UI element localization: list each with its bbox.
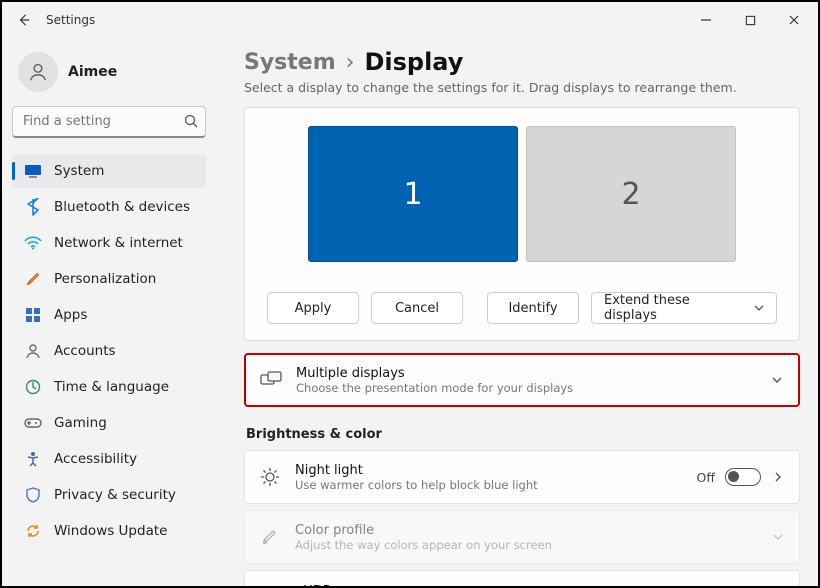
sidebar: Aimee System Bluetooth & devices Network…	[2, 38, 216, 586]
sidebar-item-label: System	[54, 163, 104, 179]
sidebar-item-update[interactable]: Windows Update	[12, 514, 206, 548]
system-icon	[24, 162, 42, 180]
sidebar-item-label: Apps	[54, 307, 87, 323]
sidebar-item-label: Windows Update	[54, 523, 167, 539]
card-title: Night light	[295, 463, 683, 478]
accounts-icon	[24, 342, 42, 360]
identify-button[interactable]: Identify	[487, 292, 579, 324]
sidebar-item-bluetooth[interactable]: Bluetooth & devices	[12, 190, 206, 224]
sidebar-item-label: Accessibility	[54, 451, 137, 467]
night-light-toggle[interactable]	[725, 468, 761, 486]
search-box[interactable]	[12, 106, 206, 138]
monitor-2[interactable]: 2	[526, 126, 736, 262]
chevron-right-icon[interactable]	[771, 471, 785, 483]
card-title: Color profile	[295, 523, 757, 538]
sidebar-item-label: Privacy & security	[54, 487, 176, 503]
card-subtitle: Choose the presentation mode for your di…	[296, 381, 756, 395]
dropdown-value: Extend these displays	[604, 293, 746, 323]
update-icon	[24, 522, 42, 540]
apply-button[interactable]: Apply	[267, 292, 359, 324]
monitor-1[interactable]: 1	[308, 126, 518, 262]
monitors-area[interactable]: 1 2	[267, 126, 777, 262]
night-light-row[interactable]: Night light Use warmer colors to help bl…	[244, 450, 800, 504]
person-icon	[27, 61, 49, 83]
card-title: HDR	[303, 584, 757, 587]
multiple-displays-expander[interactable]: Multiple displays Choose the presentatio…	[244, 353, 800, 407]
card-title: Multiple displays	[296, 366, 756, 381]
sidebar-item-label: Accounts	[54, 343, 116, 359]
toggle-state: Off	[697, 470, 715, 485]
display-arrange-panel: 1 2 Apply Cancel Identify Extend these d…	[244, 107, 800, 341]
night-light-icon	[259, 467, 281, 487]
title-bar: Settings	[2, 2, 818, 38]
search-input[interactable]	[12, 106, 206, 138]
chevron-right-icon: ›	[346, 50, 355, 75]
sidebar-item-privacy[interactable]: Privacy & security	[12, 478, 206, 512]
arrow-left-icon	[17, 13, 31, 27]
chevron-down-icon	[754, 303, 764, 313]
sidebar-item-gaming[interactable]: Gaming	[12, 406, 206, 440]
profile[interactable]: Aimee	[12, 48, 206, 106]
sidebar-item-label: Bluetooth & devices	[54, 199, 190, 215]
back-button[interactable]	[12, 8, 36, 32]
close-icon	[788, 14, 800, 26]
globe-clock-icon	[24, 378, 42, 396]
card-text: Night light Use warmer colors to help bl…	[295, 463, 683, 492]
nav: System Bluetooth & devices Network & int…	[12, 154, 206, 548]
accessibility-icon	[24, 450, 42, 468]
page-hint: Select a display to change the settings …	[244, 80, 800, 95]
card-subtitle: Adjust the way colors appear on your scr…	[295, 538, 757, 552]
card-subtitle: Use warmer colors to help block blue lig…	[295, 478, 683, 492]
sidebar-item-accessibility[interactable]: Accessibility	[12, 442, 206, 476]
chevron-down-icon	[770, 374, 784, 386]
apps-icon	[24, 306, 42, 324]
main-content: System › Display Select a display to cha…	[216, 38, 818, 586]
gaming-icon	[24, 414, 42, 432]
wifi-icon	[24, 234, 42, 252]
color-profile-row: Color profile Adjust the way colors appe…	[244, 510, 800, 564]
sidebar-item-time[interactable]: Time & language	[12, 370, 206, 404]
paintbrush-icon	[24, 270, 42, 288]
page-title: Display	[364, 48, 463, 76]
minimize-icon	[700, 14, 712, 26]
sidebar-item-label: Time & language	[54, 379, 169, 395]
close-button[interactable]	[772, 5, 816, 35]
card-text: Color profile Adjust the way colors appe…	[295, 523, 757, 552]
card-text: Multiple displays Choose the presentatio…	[296, 366, 756, 395]
cancel-button[interactable]: Cancel	[371, 292, 463, 324]
bluetooth-icon	[24, 198, 42, 216]
minimize-button[interactable]	[684, 5, 728, 35]
avatar	[18, 52, 58, 92]
search-icon	[183, 113, 199, 129]
sidebar-item-network[interactable]: Network & internet	[12, 226, 206, 260]
section-brightness-color: Brightness & color	[246, 427, 800, 442]
sidebar-item-label: Personalization	[54, 271, 156, 287]
breadcrumb: System › Display	[244, 48, 800, 76]
sidebar-item-label: Network & internet	[54, 235, 183, 251]
hdr-row[interactable]: HDR HDR More about HDR	[244, 570, 800, 586]
sidebar-item-personalization[interactable]: Personalization	[12, 262, 206, 296]
multiple-displays-icon	[260, 371, 282, 389]
card-right: Off	[697, 468, 785, 486]
chevron-down-icon	[771, 531, 785, 543]
sidebar-item-label: Gaming	[54, 415, 107, 431]
card-text: HDR More about HDR	[303, 584, 757, 587]
panel-buttons: Apply Cancel Identify Extend these displ…	[267, 292, 777, 324]
sidebar-item-system[interactable]: System	[12, 154, 206, 188]
color-profile-icon	[259, 528, 281, 546]
maximize-button[interactable]	[728, 5, 772, 35]
sidebar-item-accounts[interactable]: Accounts	[12, 334, 206, 368]
window-title: Settings	[46, 13, 684, 27]
shield-icon	[24, 486, 42, 504]
user-name: Aimee	[68, 64, 117, 80]
maximize-icon	[745, 15, 756, 26]
breadcrumb-parent[interactable]: System	[244, 50, 336, 75]
projection-mode-dropdown[interactable]: Extend these displays	[591, 292, 777, 324]
sidebar-item-apps[interactable]: Apps	[12, 298, 206, 332]
